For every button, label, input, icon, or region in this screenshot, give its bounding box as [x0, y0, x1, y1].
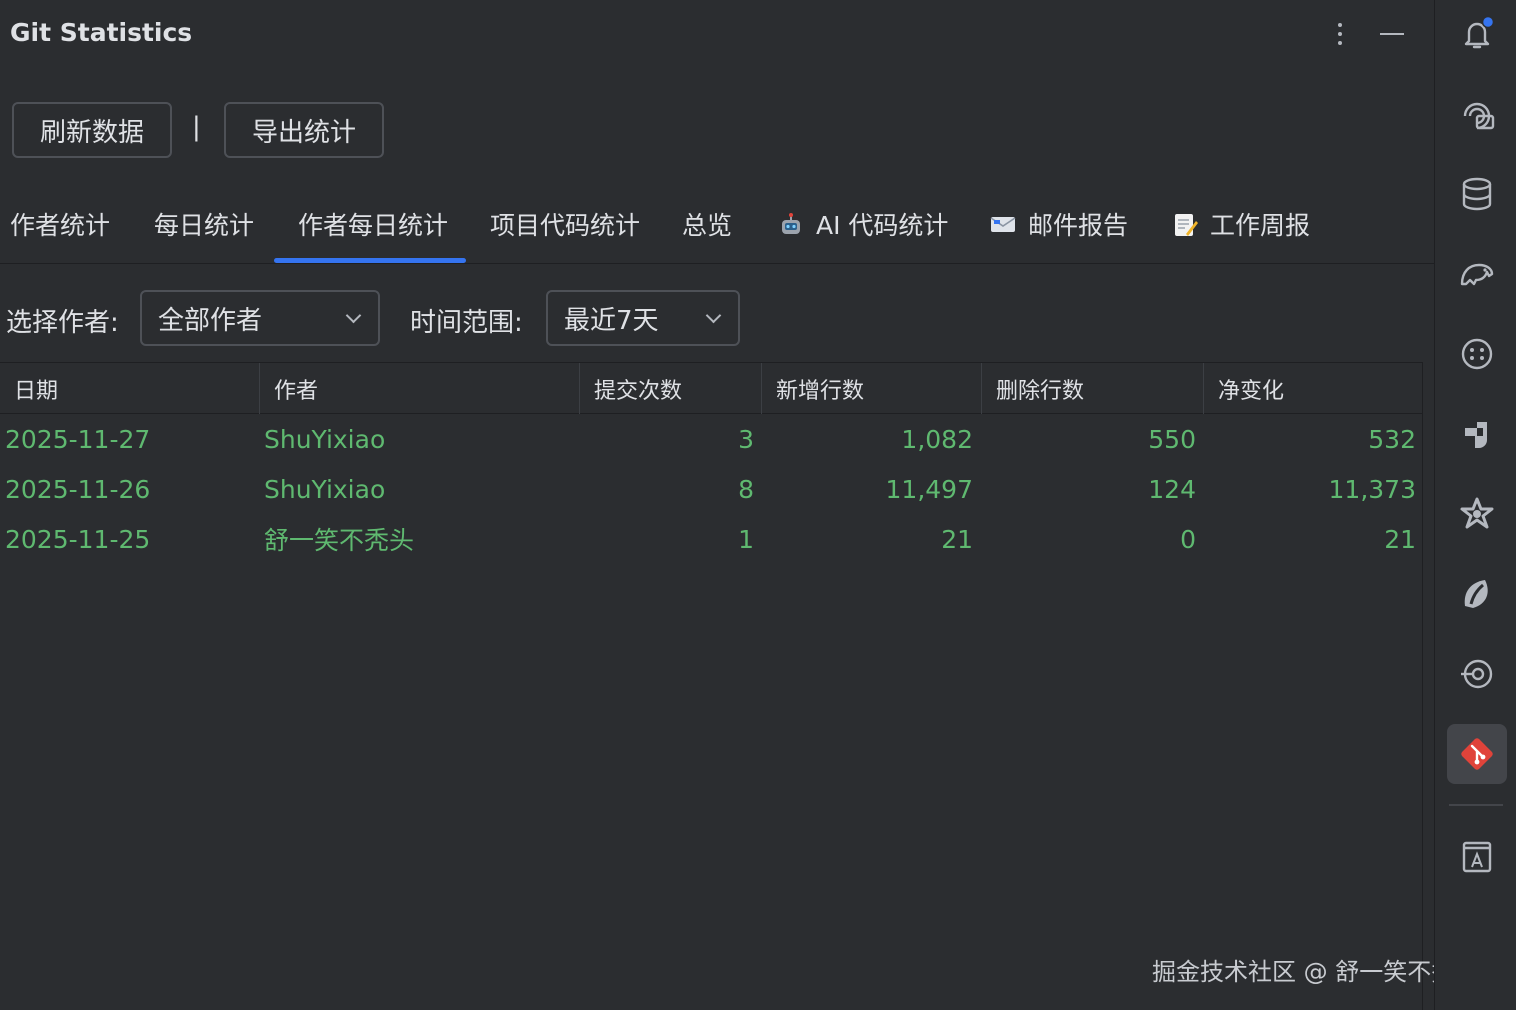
cell-date: 2025-11-27 — [5, 424, 151, 454]
column-header-date[interactable]: 日期 — [0, 363, 260, 414]
git-statistics-icon[interactable] — [1447, 724, 1507, 784]
tab-overview[interactable]: 总览 — [682, 188, 732, 264]
cell-net-change: 532 — [1368, 424, 1416, 454]
column-header-net-change[interactable]: 净变化 — [1204, 363, 1423, 414]
toolbar: 刷新数据 | 导出统计 — [0, 102, 600, 158]
time-range-select[interactable]: 最近7天 — [546, 290, 740, 346]
envelope-emoji-icon — [990, 212, 1016, 234]
column-header-lines-deleted[interactable]: 删除行数 — [982, 363, 1204, 414]
author-filter-label: 选择作者: — [6, 308, 119, 338]
leaf-plugin-icon[interactable] — [1447, 564, 1507, 624]
cell-author: 舒一笑不秃头 — [264, 526, 415, 555]
tab-label: 总览 — [682, 211, 733, 240]
git-statistics-panel: Git Statistics 刷新数据 | 导出统计 作者统计 每日统计 作者每… — [0, 0, 1479, 1010]
author-select-value: 全部作者 — [158, 305, 263, 336]
tab-bar: 作者统计 每日统计 作者每日统计 项目代码统计 总览 AI 代码统计 邮件报告 — [0, 188, 1434, 264]
tab-daily-stats[interactable]: 每日统计 — [154, 188, 254, 264]
app-window: Git Statistics 刷新数据 | 导出统计 作者统计 每日统计 作者每… — [0, 0, 1516, 1010]
font-preview-icon[interactable] — [1447, 826, 1507, 886]
table-row[interactable]: 2025-11-27 ShuYixiao 3 1,082 550 532 — [0, 414, 1423, 464]
notifications-bell-icon[interactable] — [1447, 4, 1507, 64]
refresh-data-button[interactable]: 刷新数据 — [12, 102, 172, 158]
time-range-select-value: 最近7天 — [564, 305, 659, 336]
cell-net-change: 21 — [1384, 524, 1416, 554]
active-tab-indicator — [274, 258, 466, 263]
cell-date: 2025-11-26 — [5, 474, 151, 504]
cell-lines-deleted: 0 — [1180, 524, 1196, 554]
author-select[interactable]: 全部作者 — [140, 290, 380, 346]
block-plugin-icon[interactable] — [1447, 404, 1507, 464]
cell-lines-deleted: 550 — [1148, 424, 1196, 454]
tab-label: 作者统计 — [10, 211, 111, 240]
cell-commits: 3 — [738, 424, 754, 454]
column-header-author[interactable]: 作者 — [260, 363, 580, 414]
memo-emoji-icon — [1172, 212, 1198, 236]
tab-label: 工作周报 — [1210, 211, 1311, 240]
tool-strip-divider — [1449, 804, 1503, 806]
tab-project-code-stats[interactable]: 项目代码统计 — [490, 188, 640, 264]
robot-emoji-icon — [778, 212, 804, 234]
chevron-down-icon — [346, 310, 360, 324]
filter-bar: 选择作者: 全部作者 时间范围: 最近7天 — [0, 290, 800, 346]
ai-chat-icon[interactable] — [1447, 84, 1507, 144]
export-statistics-button[interactable]: 导出统计 — [224, 102, 384, 158]
cell-lines-added: 21 — [941, 524, 973, 554]
elephant-icon[interactable] — [1447, 244, 1507, 304]
column-header-commits[interactable]: 提交次数 — [580, 363, 762, 414]
cell-date: 2025-11-25 — [5, 524, 151, 554]
tab-label: AI 代码统计 — [816, 211, 949, 240]
table-row[interactable]: 2025-11-26 ShuYixiao 8 11,497 124 11,373 — [0, 464, 1423, 514]
cell-author: ShuYixiao — [264, 424, 386, 454]
title-bar: Git Statistics — [0, 0, 1434, 70]
database-icon[interactable] — [1447, 164, 1507, 224]
cell-commits: 1 — [738, 524, 754, 554]
cell-lines-deleted: 124 — [1148, 474, 1196, 504]
cell-commits: 8 — [738, 474, 754, 504]
tab-label: 每日统计 — [154, 211, 255, 240]
minimize-icon[interactable] — [1378, 22, 1406, 46]
tab-label: 项目代码统计 — [490, 211, 641, 240]
window-title: Git Statistics — [10, 18, 193, 47]
tab-ai-code-stats[interactable]: AI 代码统计 — [778, 188, 948, 264]
table-header: 日期 作者 提交次数 新增行数 删除行数 净变化 — [0, 362, 1423, 414]
watermark: 掘金技术社区 @ 舒一笑不秃头 — [1152, 958, 1480, 986]
tab-author-stats[interactable]: 作者统计 — [10, 188, 110, 264]
star-plugin-icon[interactable] — [1447, 484, 1507, 544]
cell-lines-added: 11,497 — [885, 474, 973, 504]
tab-label: 邮件报告 — [1028, 211, 1129, 240]
table-row[interactable]: 2025-11-25 舒一笑不秃头 1 21 0 21 — [0, 514, 1423, 564]
tab-weekly-report[interactable]: 工作周报 — [1172, 188, 1310, 264]
target-plugin-icon[interactable] — [1447, 644, 1507, 704]
cell-lines-added: 1,082 — [901, 424, 973, 454]
tab-author-daily-stats[interactable]: 作者每日统计 — [298, 188, 448, 264]
cell-author: ShuYixiao — [264, 474, 386, 504]
tool-window-strip — [1434, 0, 1516, 1010]
tab-label: 作者每日统计 — [298, 211, 449, 240]
tab-email-report[interactable]: 邮件报告 — [990, 188, 1128, 264]
cell-net-change: 11,373 — [1328, 474, 1416, 504]
column-header-lines-added[interactable]: 新增行数 — [762, 363, 982, 414]
stats-table: 日期 作者 提交次数 新增行数 删除行数 净变化 2025-11-27 ShuY… — [0, 362, 1423, 1010]
toolbar-separator: | — [192, 112, 201, 142]
smiley-plugin-icon[interactable] — [1447, 324, 1507, 384]
time-range-label: 时间范围: — [410, 308, 523, 338]
more-options-icon[interactable] — [1326, 18, 1354, 50]
chevron-down-icon — [706, 310, 720, 324]
